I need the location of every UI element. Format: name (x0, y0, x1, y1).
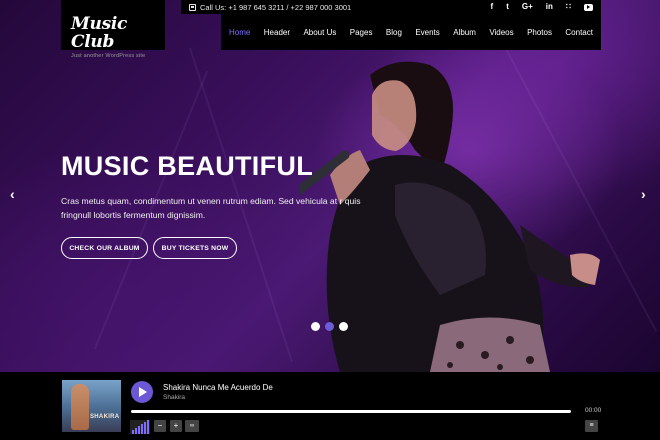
rss-icon[interactable]: ∷ (566, 2, 571, 12)
slider-dots (311, 322, 348, 331)
volume-down-button[interactable]: − (154, 420, 166, 432)
track-title: Shakira Nunca Me Acuerdo De (163, 383, 273, 392)
track-artist: Shakira (163, 394, 186, 401)
phone-icon (189, 3, 196, 11)
album-cover: SHAKIRA (62, 380, 121, 432)
social-links: f t G+ in ∷ (491, 2, 593, 12)
check-album-button[interactable]: CHECK OUR ALBUM (61, 237, 148, 259)
google-plus-icon[interactable]: G+ (522, 2, 533, 12)
logo-title: Music Club (71, 14, 128, 52)
hero-description: Cras metus quam, condimentum ut venen ru… (61, 196, 361, 220)
playlist-icon[interactable]: ≡ (585, 420, 598, 432)
nav-item-album[interactable]: Album (453, 28, 476, 37)
hero-title: MUSIC BEAUTIFUL (61, 151, 313, 181)
slider-dot-3[interactable] (339, 322, 348, 331)
slider-dot-2[interactable] (325, 322, 334, 331)
loop-button[interactable]: ∞ (185, 420, 199, 432)
nav-item-events[interactable]: Events (415, 28, 439, 37)
next-slide-icon[interactable]: › (641, 186, 646, 202)
nav-item-about-us[interactable]: About Us (303, 28, 336, 37)
nav-item-photos[interactable]: Photos (527, 28, 552, 37)
progress-bar[interactable] (131, 410, 571, 413)
volume-meter[interactable] (130, 420, 150, 434)
volume-up-button[interactable]: + (170, 420, 182, 432)
twitter-icon[interactable]: t (506, 2, 509, 12)
linkedin-icon[interactable]: in (546, 2, 553, 12)
play-button[interactable] (131, 381, 153, 403)
prev-slide-icon[interactable]: ‹ (10, 186, 15, 202)
nav-item-blog[interactable]: Blog (386, 28, 402, 37)
main-nav: Home Header About Us Pages Blog Events A… (221, 14, 601, 50)
slider-dot-1[interactable] (311, 322, 320, 331)
facebook-icon[interactable]: f (491, 2, 494, 12)
nav-item-videos[interactable]: Videos (489, 28, 513, 37)
audio-player: SHAKIRA (0, 372, 660, 440)
nav-item-home[interactable]: Home (229, 28, 250, 37)
top-bar: Call Us: +1 987 645 3211 / +22 987 000 3… (181, 0, 601, 14)
nav-item-contact[interactable]: Contact (565, 28, 593, 37)
track-time: 00:00 (585, 407, 602, 414)
phone-text: Call Us: +1 987 645 3211 / +22 987 000 3… (200, 2, 352, 12)
nav-item-header[interactable]: Header (264, 28, 290, 37)
buy-tickets-button[interactable]: BUY TICKETS NOW (153, 237, 237, 259)
phone-info: Call Us: +1 987 645 3211 / +22 987 000 3… (189, 3, 351, 12)
youtube-icon[interactable] (584, 3, 593, 11)
nav-item-pages[interactable]: Pages (350, 28, 373, 37)
album-cover-text: SHAKIRA (90, 414, 120, 420)
logo-tagline: Just another WordPress site (71, 53, 146, 59)
site-logo[interactable]: Music Club Just another WordPress site (61, 0, 165, 59)
